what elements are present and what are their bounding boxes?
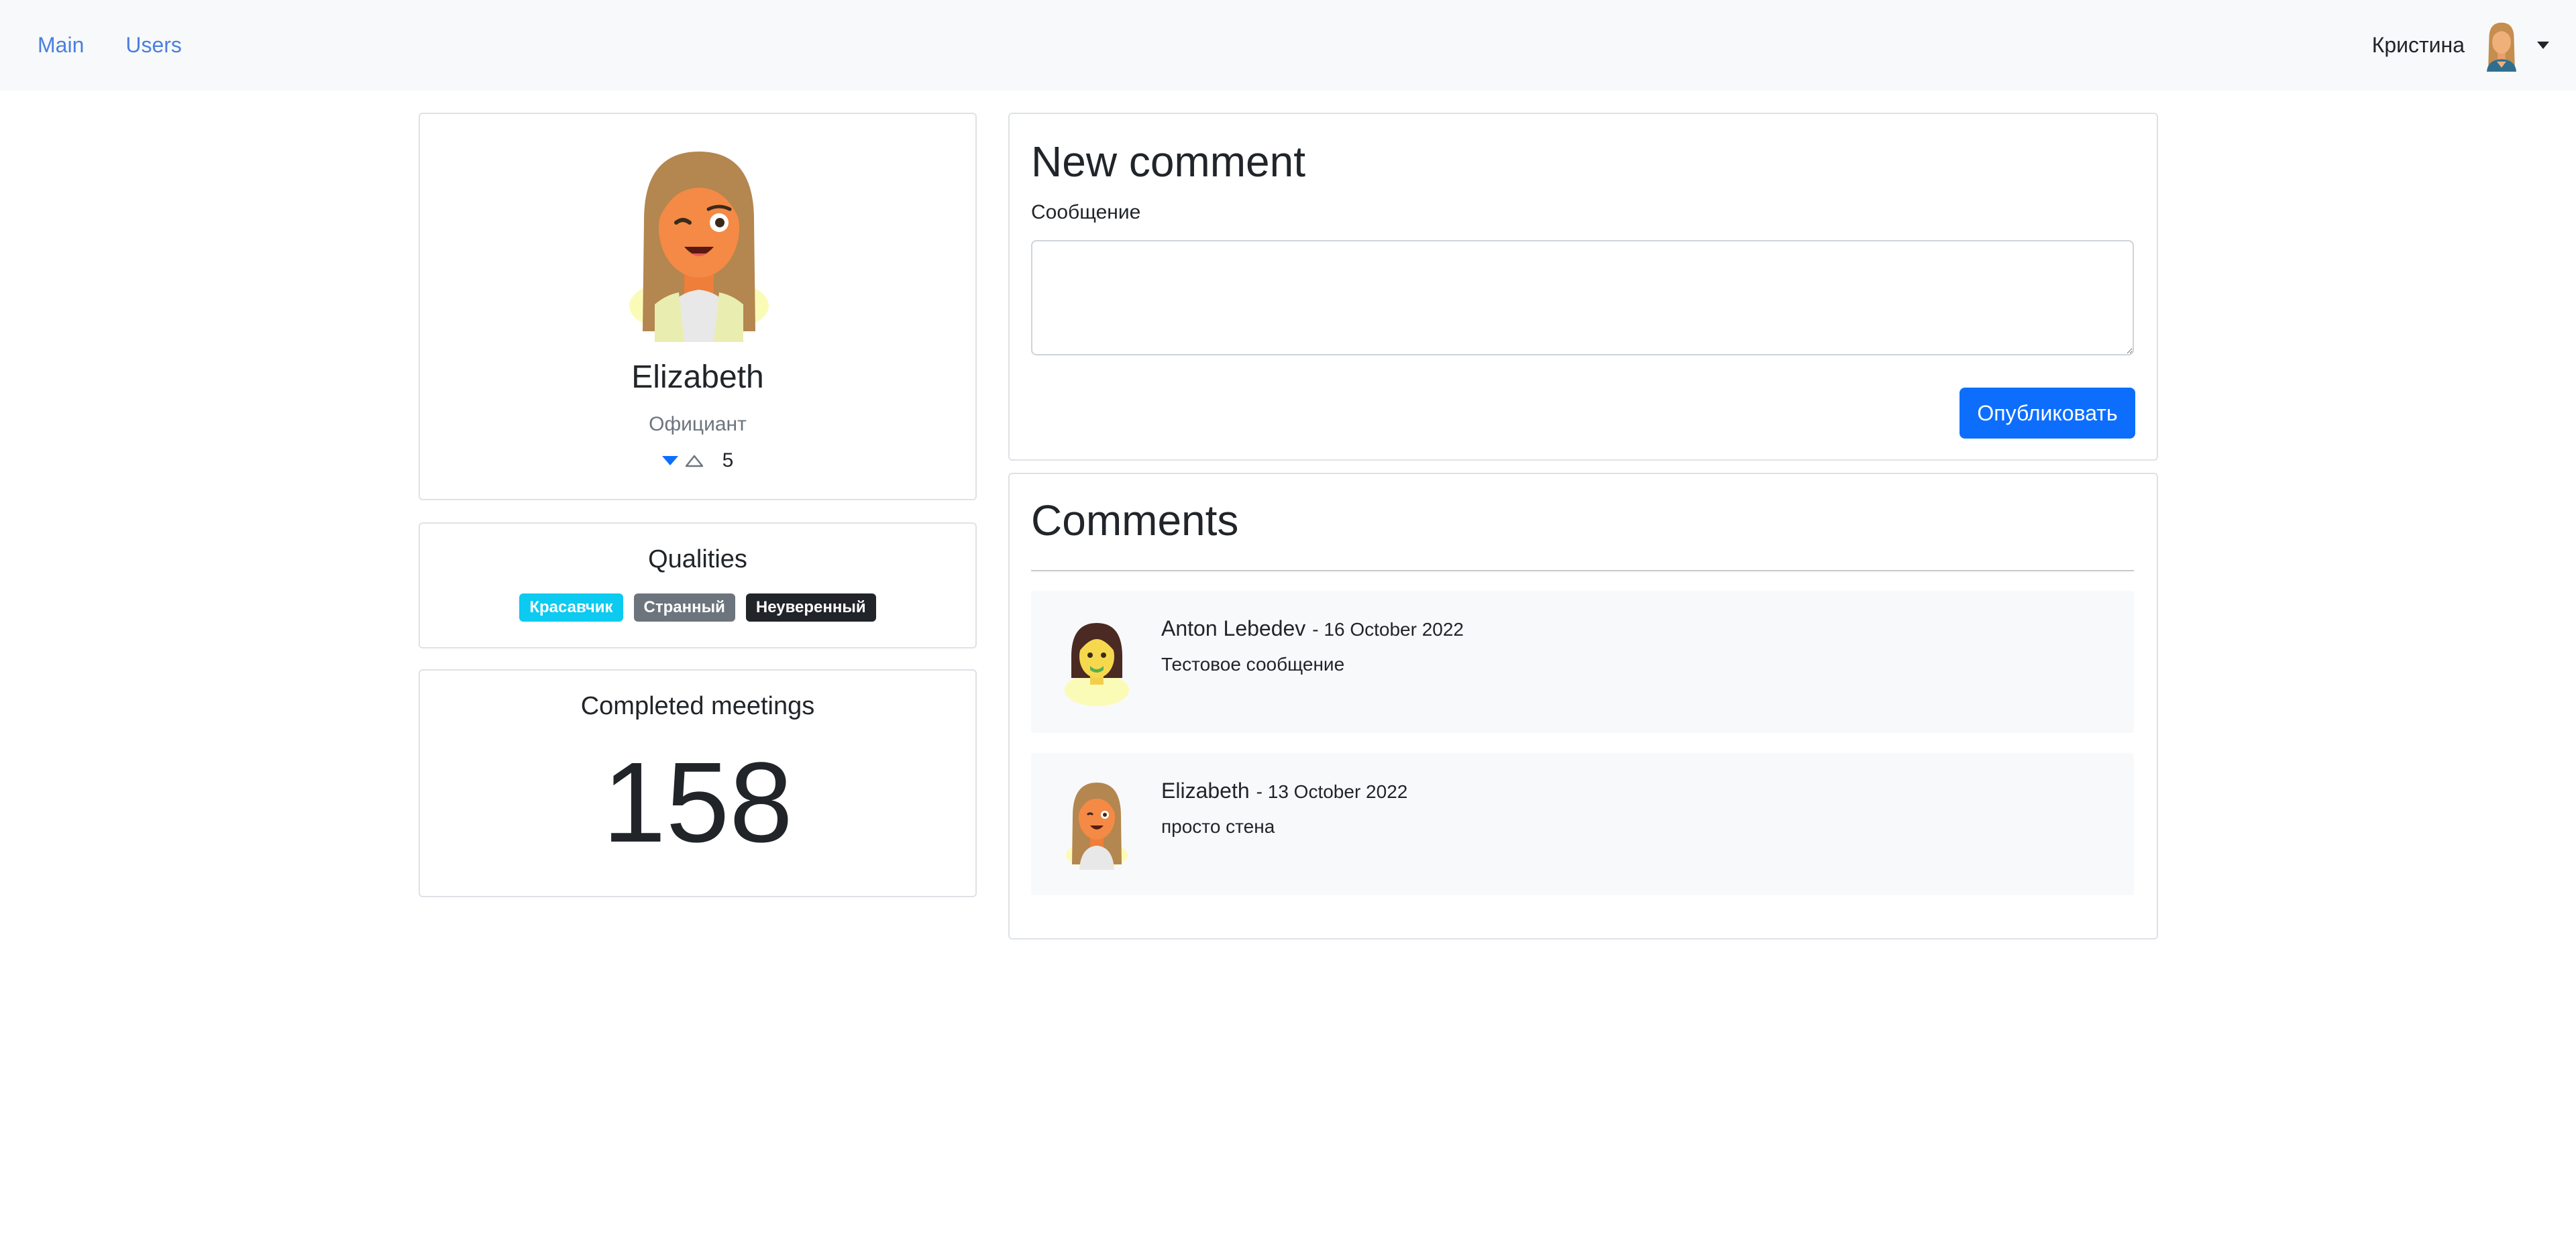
meetings-card: Completed meetings 158	[419, 669, 977, 897]
profile-role: Официант	[649, 413, 747, 435]
comment-item: Anton Lebedev - 16 October 2022 Тестовое…	[1031, 591, 2134, 733]
comment-date: - 16 October 2022	[1312, 619, 1464, 640]
publish-button[interactable]: Опубликовать	[1960, 388, 2135, 439]
nav-link-main[interactable]: Main	[38, 33, 84, 58]
comment-header: Anton Lebedev - 16 October 2022	[1161, 616, 1464, 641]
quality-badge: Красавчик	[519, 593, 623, 622]
user-name: Кристина	[2371, 33, 2465, 57]
rate-down-icon[interactable]	[661, 456, 678, 465]
quality-badge: Странный	[633, 593, 735, 622]
message-textarea[interactable]	[1031, 240, 2134, 355]
user-avatar	[2486, 22, 2517, 72]
profile-avatar	[629, 152, 769, 342]
rating-value: 5	[722, 449, 734, 471]
comments-title: Comments	[1031, 496, 1239, 545]
meetings-title: Completed meetings	[580, 692, 815, 720]
comment-author: Anton Lebedev	[1161, 616, 1306, 640]
comment-header: Elizabeth - 13 October 2022	[1161, 779, 1407, 803]
commenter-avatar	[1065, 623, 1129, 706]
profile-name: Elizabeth	[631, 359, 764, 395]
new-comment-card: New comment Сообщение Опубликовать	[1008, 113, 2158, 461]
user-menu-dropdown[interactable]: Кристина	[2372, 19, 2549, 72]
commenter-avatar	[1066, 783, 1128, 870]
chevron-down-icon	[2537, 42, 2549, 49]
rate-up-icon[interactable]	[685, 454, 704, 467]
divider	[1031, 570, 2134, 571]
comment-author: Elizabeth	[1161, 779, 1250, 803]
comment-item: Elizabeth - 13 October 2022 просто стена	[1031, 753, 2134, 895]
comment-text: Тестовое сообщение	[1161, 654, 1345, 675]
message-label: Сообщение	[1031, 201, 1141, 223]
top-navbar: Main Users Кристина	[0, 0, 2576, 91]
quality-badge: Неуверенный	[745, 593, 876, 622]
qualities-card: Qualities Красавчик Странный Неуверенный	[419, 522, 977, 648]
new-comment-title: New comment	[1031, 137, 1305, 186]
nav-links: Main Users	[38, 33, 182, 58]
comments-card: Comments Anton Lebedev - 16 October 2022…	[1008, 473, 2158, 939]
profile-card: Elizabeth Официант 5	[419, 113, 977, 500]
rating: 5	[420, 449, 975, 472]
nav-link-users[interactable]: Users	[125, 33, 182, 58]
qualities-badges: Красавчик Странный Неуверенный	[420, 593, 975, 622]
comment-text: просто стена	[1161, 816, 1275, 837]
qualities-title: Qualities	[648, 545, 747, 573]
meetings-count: 158	[602, 739, 793, 866]
comment-date: - 13 October 2022	[1256, 781, 1408, 802]
